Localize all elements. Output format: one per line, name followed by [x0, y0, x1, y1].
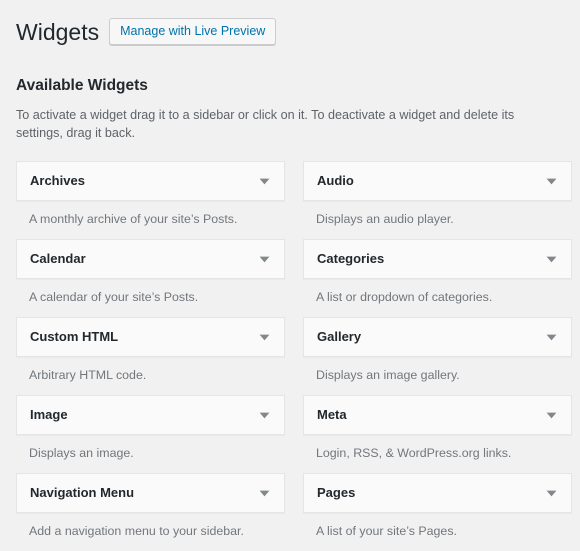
- widget-description: A calendar of your site’s Posts.: [29, 290, 199, 304]
- chevron-down-icon[interactable]: [543, 251, 559, 267]
- widget-item: Navigation Menu Add a navigation menu to…: [16, 473, 285, 551]
- widget-column-right: Audio Displays an audio player. Categori…: [303, 161, 572, 551]
- widget-item: Calendar A calendar of your site’s Posts…: [16, 239, 285, 317]
- widget-title: Pages: [317, 485, 356, 500]
- available-widgets-heading: Available Widgets: [16, 77, 148, 94]
- widget-item: Pages A list of your site’s Pages.: [303, 473, 572, 551]
- widget-description: Arbitrary HTML code.: [29, 368, 147, 382]
- chevron-down-icon[interactable]: [256, 407, 272, 423]
- page-header: Widgets Manage with Live Preview: [16, 0, 564, 51]
- chevron-down-icon[interactable]: [256, 329, 272, 345]
- widget-item: Archives A monthly archive of your site’…: [16, 161, 285, 239]
- widget-item: Audio Displays an audio player.: [303, 161, 572, 239]
- widget-title: Custom HTML: [30, 329, 119, 344]
- widget-title: Navigation Menu: [30, 485, 135, 500]
- widget-item: Categories A list or dropdown of categor…: [303, 239, 572, 317]
- widgets-page: Widgets Manage with Live Preview Availab…: [0, 0, 580, 551]
- widget-description: A monthly archive of your site’s Posts.: [29, 212, 238, 226]
- widget-categories[interactable]: Categories: [303, 239, 572, 279]
- page-title: Widgets: [16, 19, 100, 45]
- available-widgets-description: To activate a widget drag it to a sideba…: [16, 108, 515, 140]
- widget-description: Displays an image.: [29, 446, 134, 460]
- widget-title: Gallery: [317, 329, 362, 344]
- chevron-down-icon[interactable]: [543, 173, 559, 189]
- widget-description: A list or dropdown of categories.: [316, 290, 493, 304]
- chevron-down-icon[interactable]: [543, 329, 559, 345]
- widget-description: Displays an image gallery.: [316, 368, 460, 382]
- widget-description: Displays an audio player.: [316, 212, 454, 226]
- available-widgets-grid: Archives A monthly archive of your site’…: [16, 142, 572, 551]
- widget-description: A list of your site’s Pages.: [316, 524, 457, 538]
- widget-archives[interactable]: Archives: [16, 161, 285, 201]
- chevron-down-icon[interactable]: [256, 485, 272, 501]
- widget-item: Gallery Displays an image gallery.: [303, 317, 572, 395]
- widget-navigation-menu[interactable]: Navigation Menu: [16, 473, 285, 513]
- widget-image[interactable]: Image: [16, 395, 285, 435]
- widget-title: Calendar: [30, 251, 86, 266]
- chevron-down-icon[interactable]: [256, 173, 272, 189]
- chevron-down-icon[interactable]: [256, 251, 272, 267]
- widget-item: Meta Login, RSS, & WordPress.org links.: [303, 395, 572, 473]
- chevron-down-icon[interactable]: [543, 407, 559, 423]
- widget-pages[interactable]: Pages: [303, 473, 572, 513]
- chevron-down-icon[interactable]: [543, 485, 559, 501]
- widget-title: Categories: [317, 251, 385, 266]
- widget-title: Audio: [317, 173, 354, 188]
- widget-column-left: Archives A monthly archive of your site’…: [16, 161, 285, 551]
- widget-description: Login, RSS, & WordPress.org links.: [316, 446, 512, 460]
- widget-title: Meta: [317, 407, 347, 422]
- widget-item: Custom HTML Arbitrary HTML code.: [16, 317, 285, 395]
- manage-with-live-preview-button[interactable]: Manage with Live Preview: [109, 17, 277, 45]
- widget-title: Archives: [30, 173, 85, 188]
- widget-description: Add a navigation menu to your sidebar.: [29, 524, 244, 538]
- widget-item: Image Displays an image.: [16, 395, 285, 473]
- widget-custom-html[interactable]: Custom HTML: [16, 317, 285, 357]
- widget-title: Image: [30, 407, 68, 422]
- widget-meta[interactable]: Meta: [303, 395, 572, 435]
- widget-audio[interactable]: Audio: [303, 161, 572, 201]
- widget-calendar[interactable]: Calendar: [16, 239, 285, 279]
- widget-gallery[interactable]: Gallery: [303, 317, 572, 357]
